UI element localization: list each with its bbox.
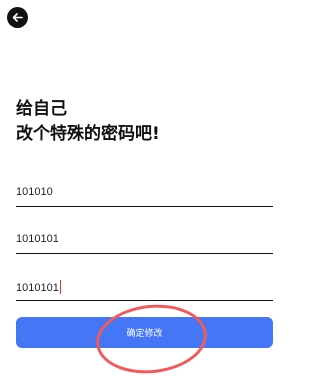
- confirm-change-label: 确定修改: [126, 329, 163, 339]
- confirm-password-value: 1010101: [16, 282, 59, 294]
- arrow-left-icon: [12, 13, 23, 22]
- new-password-field[interactable]: 1010101: [16, 233, 273, 254]
- text-caret: [59, 280, 61, 294]
- page-heading: 给自己 改个特殊的密码吧!: [16, 97, 160, 147]
- confirm-password-field[interactable]: 1010101: [16, 280, 273, 301]
- heading-line-1: 给自己: [16, 99, 67, 119]
- old-password-value: 101010: [16, 186, 53, 198]
- new-password-value: 1010101: [16, 233, 59, 245]
- heading-line-2: 改个特殊的密码吧!: [16, 124, 160, 144]
- old-password-field[interactable]: 101010: [16, 186, 273, 207]
- confirm-password-value-wrap: 1010101: [16, 280, 61, 294]
- confirm-change-button[interactable]: 确定修改: [16, 317, 273, 348]
- back-button[interactable]: [7, 7, 28, 28]
